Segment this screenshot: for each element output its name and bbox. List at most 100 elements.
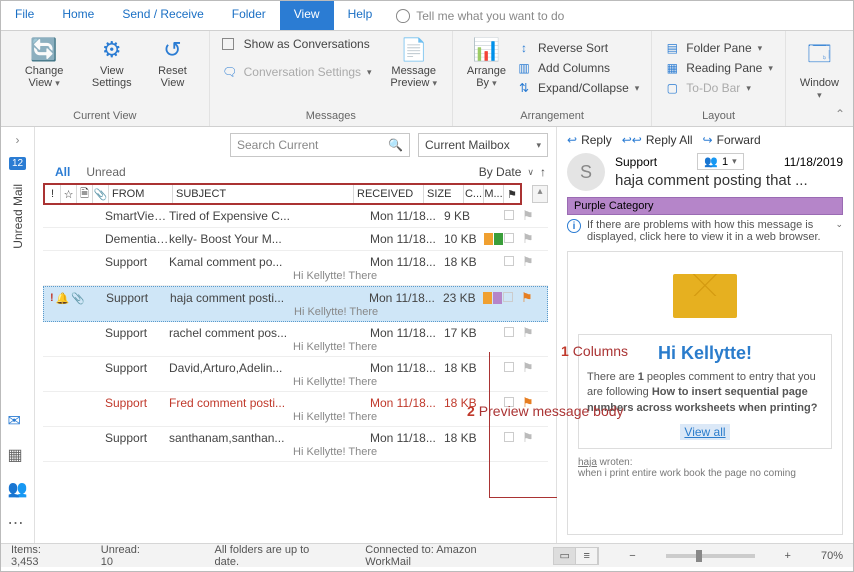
tell-me-label: Tell me what you want to do	[416, 9, 564, 23]
reading-pane-button[interactable]: ▦Reading Pane ▾	[660, 59, 777, 77]
zoom-slider[interactable]	[666, 554, 755, 558]
rail-expand-button[interactable]: ›	[16, 133, 20, 147]
window-button[interactable]: 🗔 Window▾	[794, 35, 845, 103]
expand-icon: ⇅	[516, 81, 532, 95]
menu-send-receive[interactable]: Send / Receive	[108, 1, 217, 30]
col-importance-icon[interactable]: !	[45, 185, 61, 203]
col-reminder-icon[interactable]: ☆	[61, 185, 77, 203]
message-row[interactable]: SmartView ... Tired of Expensive C... Mo…	[43, 205, 548, 228]
people-count[interactable]: 👥1▾	[697, 153, 743, 170]
view-mode-buttons[interactable]: ▭≡	[553, 547, 599, 565]
message-body[interactable]: Hi Kellytte! There are 1 peoples comment…	[567, 251, 843, 535]
reply-button[interactable]: ↩Reply	[567, 133, 612, 147]
reply-all-button[interactable]: ↩↩Reply All	[622, 133, 693, 147]
sender-avatar: S	[567, 153, 605, 191]
status-folders: All folders are up to date.	[215, 544, 336, 568]
ribbon-group-current-view: 🔄 Change View ▾ ⚙ View Settings ↺ Reset …	[1, 31, 210, 126]
filter-all[interactable]: All	[55, 165, 70, 179]
message-row[interactable]: !🔔📎 Support haja comment posti... Mon 11…	[43, 286, 548, 322]
reverse-sort-icon: ↕	[516, 41, 532, 55]
reset-view-button[interactable]: ↺ Reset View	[144, 35, 200, 91]
ribbon-group-arrangement: 📊 Arrange By ▾ ↕Reverse Sort ▥Add Column…	[453, 31, 652, 126]
body-text: There are 1 peoples comment to entry tha…	[587, 370, 823, 416]
menu-home[interactable]: Home	[48, 1, 108, 30]
category-bar[interactable]: Purple Category	[567, 197, 843, 215]
tell-me-search[interactable]: Tell me what you want to do	[386, 1, 574, 30]
info-icon: i	[567, 219, 581, 233]
rail-label[interactable]: Unread Mail	[11, 184, 25, 249]
reply-all-icon: ↩↩	[622, 133, 642, 147]
conversation-icon: 🗨	[222, 65, 238, 79]
ribbon-label-current-view: Current View	[9, 108, 201, 124]
menu-view[interactable]: View	[280, 1, 334, 30]
gear-icon: ⚙	[102, 37, 122, 63]
col-size[interactable]: SIZE	[424, 185, 464, 203]
unread-badge: 12	[9, 157, 26, 170]
show-conversations-checkbox[interactable]: Show as Conversations	[218, 35, 376, 53]
ribbon-label-layout: Layout	[660, 108, 777, 124]
add-columns-button[interactable]: ▥Add Columns	[512, 59, 643, 77]
message-preview-button[interactable]: 📄 Message Preview ▾	[384, 35, 444, 91]
todo-bar-button[interactable]: ▢To-Do Bar ▾	[660, 79, 777, 97]
calendar-nav-icon[interactable]: ▦	[8, 445, 28, 465]
col-attachment-icon[interactable]: 📎	[93, 185, 109, 203]
status-connection: Connected to: Amazon WorkMail	[365, 544, 523, 568]
reading-pane: ↩Reply ↩↩Reply All ↪Forward S Support 👥1…	[557, 127, 853, 543]
search-input[interactable]: Search Current 🔍	[230, 133, 410, 157]
col-flag-icon[interactable]: ⚑	[504, 185, 520, 203]
envelope-icon	[673, 274, 737, 318]
bulb-icon	[396, 9, 410, 23]
ribbon-label-messages: Messages	[218, 108, 444, 124]
window-icon: 🗔	[808, 37, 832, 75]
folder-pane-button[interactable]: ▤Folder Pane ▾	[660, 39, 777, 57]
message-row[interactable]: Support Fred comment posti... Mon 11/18.…	[43, 392, 548, 427]
change-view-button[interactable]: 🔄 Change View ▾	[9, 35, 79, 91]
col-type-icon[interactable]: 🗎	[77, 185, 93, 203]
status-bar: Items: 3,453 Unread: 10 All folders are …	[1, 543, 853, 567]
col-mentions[interactable]: M...	[484, 185, 504, 203]
message-subject: haja comment posting that ...	[615, 172, 843, 189]
zoom-out[interactable]: −	[629, 550, 635, 562]
col-from[interactable]: FROM	[109, 185, 173, 203]
add-columns-icon: ▥	[516, 61, 532, 75]
status-unread: Unread: 10	[101, 544, 155, 568]
view-all-link[interactable]: View all	[680, 424, 729, 440]
arrange-by-button[interactable]: 📊 Arrange By ▾	[461, 35, 512, 91]
column-header[interactable]: ! ☆ 🗎 📎 FROM SUBJECT RECEIVED SIZE C... …	[43, 183, 522, 205]
col-received[interactable]: RECEIVED	[354, 185, 424, 203]
col-categories[interactable]: C...	[464, 185, 484, 203]
message-list[interactable]: SmartView ... Tired of Expensive C... Mo…	[35, 205, 556, 543]
message-row[interactable]: Support Kamal comment po... Mon 11/18...…	[43, 251, 548, 286]
info-bar[interactable]: i If there are problems with how this me…	[567, 219, 843, 243]
menu-folder[interactable]: Folder	[218, 1, 280, 30]
menu-file[interactable]: File	[1, 1, 48, 30]
message-row[interactable]: Support santhanam,santhan... Mon 11/18..…	[43, 427, 548, 462]
message-preview-icon: 📄	[400, 37, 427, 63]
people-nav-icon[interactable]: 👥	[8, 479, 28, 499]
expand-collapse-button[interactable]: ⇅Expand/Collapse ▾	[512, 79, 643, 97]
more-nav-icon[interactable]: ⋯	[8, 513, 28, 533]
forward-button[interactable]: ↪Forward	[703, 133, 761, 147]
message-list-pane: Search Current 🔍 Current Mailbox▾ All Un…	[35, 127, 557, 543]
quoted-text: haja wroten: when i print entire work bo…	[578, 457, 832, 479]
zoom-in[interactable]: +	[785, 550, 791, 562]
reverse-sort-button[interactable]: ↕Reverse Sort	[512, 39, 643, 57]
mail-nav-icon[interactable]: ✉	[8, 411, 28, 431]
menu-help[interactable]: Help	[334, 1, 387, 30]
message-row[interactable]: Support David,Arturo,Adelin... Mon 11/18…	[43, 357, 548, 392]
search-placeholder: Search Current	[237, 138, 318, 152]
scroll-up-button[interactable]: ▴	[532, 185, 548, 203]
folder-rail: › 12 Unread Mail ✉ ▦ 👥 ⋯	[1, 127, 35, 543]
mailbox-scope-dropdown[interactable]: Current Mailbox▾	[418, 133, 548, 157]
message-row[interactable]: Dementia ... kelly- Boost Your M... Mon …	[43, 228, 548, 251]
ribbon-label-arrangement: Arrangement	[461, 108, 643, 124]
conversation-settings-button[interactable]: 🗨Conversation Settings ▾	[218, 63, 376, 81]
message-row[interactable]: Support rachel comment pos... Mon 11/18.…	[43, 322, 548, 357]
message-date: 11/18/2019	[784, 155, 843, 169]
col-subject[interactable]: SUBJECT	[173, 185, 354, 203]
filter-unread[interactable]: Unread	[86, 165, 125, 179]
sort-by-date[interactable]: By Date ∨ ↑	[479, 165, 546, 179]
ribbon-collapse-button[interactable]: ⌃	[835, 107, 845, 121]
app-body: › 12 Unread Mail ✉ ▦ 👥 ⋯ Search Current …	[1, 127, 853, 543]
view-settings-button[interactable]: ⚙ View Settings	[79, 35, 144, 91]
